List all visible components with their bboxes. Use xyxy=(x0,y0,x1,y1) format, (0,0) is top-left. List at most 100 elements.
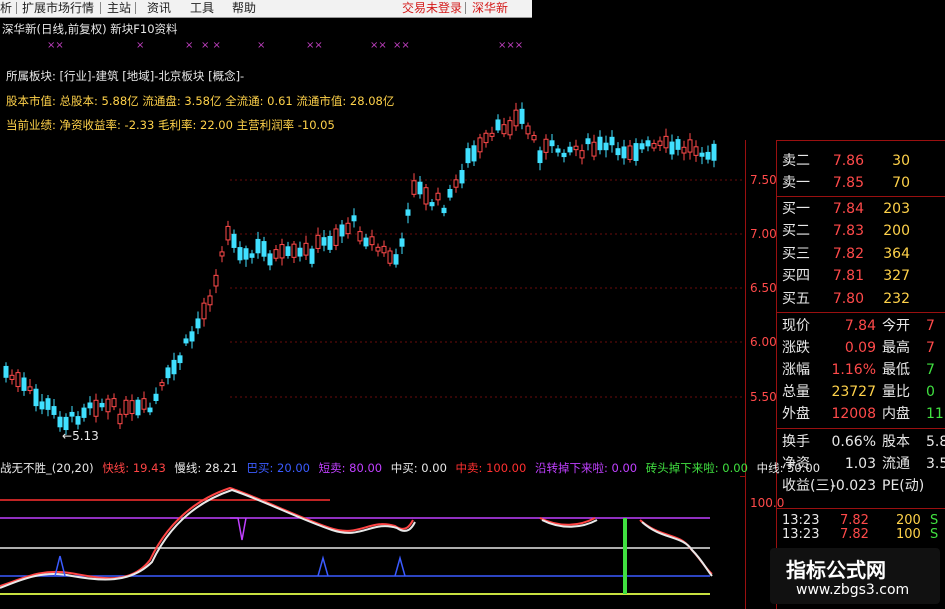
candle-body xyxy=(45,398,51,410)
candle-body xyxy=(63,416,69,431)
quote-label: 换手 xyxy=(782,434,810,450)
candle-body xyxy=(639,143,645,150)
tick-row[interactable]: 13:23 7.82 100 S xyxy=(778,525,945,545)
candle-body xyxy=(597,136,603,151)
candle-body xyxy=(213,274,219,287)
orderbook-row[interactable]: 买一 7.84 203 xyxy=(778,198,945,220)
candle-body xyxy=(345,222,351,235)
candle-body xyxy=(453,179,459,188)
candle-body xyxy=(447,189,453,198)
candle-body xyxy=(225,225,231,241)
quote-label: 流通 xyxy=(882,456,910,472)
candle-body xyxy=(663,135,669,149)
watermark: 指标公式网 www.zbgs3.com xyxy=(770,548,940,604)
quote-row: 换手 0.66% 股本 5.88 xyxy=(778,431,945,453)
y-tick-label: 7.50 xyxy=(750,173,777,187)
candle-body xyxy=(273,249,279,259)
candle-body xyxy=(171,359,177,375)
orderbook-label: 买三 xyxy=(782,246,810,262)
candle-body xyxy=(279,244,285,259)
candle-body xyxy=(369,236,375,246)
quote-value: 23727 xyxy=(831,384,876,400)
candle-body xyxy=(705,151,711,160)
orderbook-label: 买四 xyxy=(782,268,810,284)
candle-body xyxy=(9,374,15,380)
candle-body xyxy=(231,233,237,248)
candle-body xyxy=(465,148,471,164)
quote-row: 收益(三) -0.023 PE(动) xyxy=(778,475,945,497)
fast-line xyxy=(0,486,414,587)
y-tick-label: 5.50 xyxy=(750,390,777,404)
candle-body xyxy=(567,146,573,153)
candle-body xyxy=(357,231,363,242)
candle-body xyxy=(645,140,651,147)
candle-body xyxy=(207,295,213,306)
candle-body xyxy=(219,251,225,257)
candle-body xyxy=(417,181,423,195)
divider xyxy=(777,140,945,141)
candle-body xyxy=(651,143,657,149)
candlestick-chart[interactable] xyxy=(0,0,745,456)
candle-body xyxy=(237,247,243,261)
signal-marker xyxy=(230,517,247,541)
candle-body xyxy=(177,355,183,364)
candle-body xyxy=(513,109,519,127)
candle-body xyxy=(693,146,699,156)
orderbook-row[interactable]: 买五 7.80 232 xyxy=(778,288,945,310)
candle-body xyxy=(327,235,333,250)
orderbook-volume: 364 xyxy=(883,246,910,262)
y-tick-label: 6.50 xyxy=(750,281,777,295)
candle-body xyxy=(471,145,477,162)
candle-body xyxy=(33,388,39,407)
indicator-value: 慢线: 28.21 xyxy=(174,461,238,475)
indicator-name[interactable]: 战无不胜_(20,20) xyxy=(0,461,94,475)
candle-body xyxy=(3,365,9,378)
orderbook-row[interactable]: 卖一 7.85 70 xyxy=(778,172,945,194)
candle-body xyxy=(195,318,201,329)
signal-bar xyxy=(623,518,627,594)
candle-body xyxy=(501,124,507,135)
orderbook-row[interactable]: 买四 7.81 327 xyxy=(778,265,945,287)
candle-body xyxy=(507,120,513,136)
candle-body xyxy=(579,150,585,159)
orderbook-row[interactable]: 卖二 7.86 30 xyxy=(778,150,945,172)
quote-label: 最低 xyxy=(882,362,910,378)
candle-body xyxy=(333,228,339,246)
candle-body xyxy=(141,398,147,410)
candle-body xyxy=(477,137,483,153)
candle-body xyxy=(429,202,435,207)
orderbook-row[interactable]: 买三 7.82 364 xyxy=(778,243,945,265)
candles xyxy=(3,102,717,435)
candle-body xyxy=(483,132,489,144)
quote-value: 7 xyxy=(926,318,935,334)
divider xyxy=(777,196,945,197)
quote-label: 内盘 xyxy=(882,406,910,422)
panel-border xyxy=(776,140,777,609)
candle-body xyxy=(399,238,405,247)
candle-body xyxy=(405,209,411,216)
candle-body xyxy=(255,238,261,254)
quote-label: 总量 xyxy=(782,384,810,400)
candle-body xyxy=(699,152,705,157)
candle-body xyxy=(339,224,345,237)
candle-body xyxy=(495,119,501,131)
candle-body xyxy=(27,386,33,392)
orderbook-row[interactable]: 买二 7.83 200 xyxy=(778,220,945,242)
candle-body xyxy=(525,125,531,135)
indicator-header: 战无不胜_(20,20) 快线: 19.43 慢线: 28.21 巴买: 20.… xyxy=(0,460,825,476)
candle-body xyxy=(519,108,525,124)
quote-value: 12008 xyxy=(831,406,876,422)
quote-value: 3.58 xyxy=(926,456,945,472)
candle-body xyxy=(315,234,321,249)
indicator-value: 巴买: 20.00 xyxy=(246,461,310,475)
candle-body xyxy=(411,180,417,195)
divider xyxy=(740,476,746,477)
quote-row: 外盘 12008 内盘 117 xyxy=(778,403,945,425)
candle-body xyxy=(537,150,543,164)
indicator-chart[interactable] xyxy=(0,478,745,609)
orderbook-volume: 200 xyxy=(883,223,910,239)
candle-body xyxy=(249,253,255,258)
candle-body xyxy=(375,246,381,252)
candle-body xyxy=(123,399,129,415)
candle-body xyxy=(573,145,579,151)
